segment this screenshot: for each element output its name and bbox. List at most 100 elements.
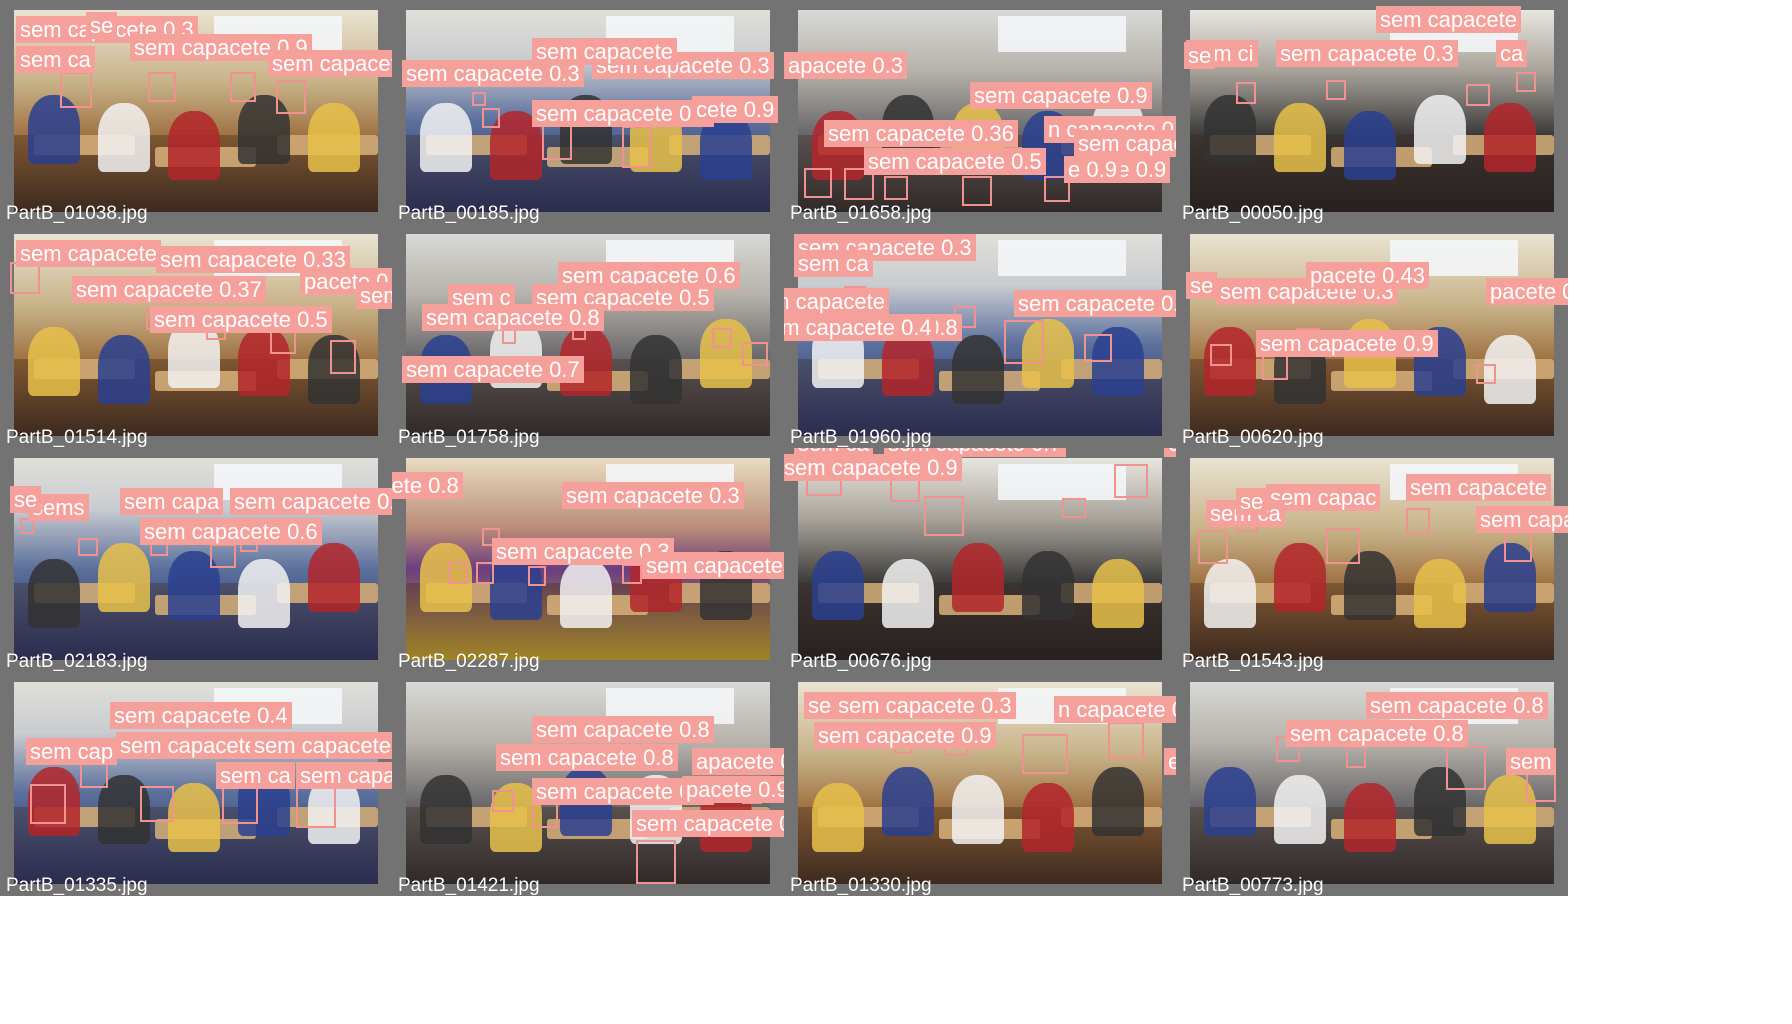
detection-label: sem capacete 0.8: [296, 762, 392, 789]
mosaic-tile: sem capacete 0.8sem capacete 0.8capacete…: [1176, 672, 1568, 896]
detection-label: sem capacete 0.4: [784, 314, 936, 341]
person: [1022, 550, 1074, 620]
detection-label: sem capacete 0.6: [140, 518, 322, 545]
window: [998, 16, 1126, 53]
person: [308, 102, 360, 172]
detection-box: [1326, 528, 1360, 564]
detection-box: [30, 784, 66, 824]
detection-box: [1108, 722, 1144, 758]
window: [998, 240, 1126, 277]
detection-label: sem capa: [120, 488, 224, 515]
detection-label: sem ca: [794, 250, 873, 277]
detection-label: sem: [1506, 748, 1556, 775]
detection-label: sem capacete 0.9: [1256, 330, 1438, 357]
mosaic-tile: sem capacete sem capacete 0.33 sem capacet…: [0, 224, 392, 448]
detection-box: [1406, 508, 1430, 534]
person: [1274, 542, 1326, 612]
detection-label: sem capacete: [784, 288, 889, 315]
image-filename: PartB_00773.jpg: [1182, 875, 1324, 896]
detection-label: sem capacete 0.8: [642, 552, 784, 579]
detection-box: [330, 340, 356, 374]
detection-label: sem ca: [216, 762, 295, 789]
detection-box: [222, 784, 258, 824]
detection-box: [636, 840, 676, 884]
detection-box: [448, 562, 468, 584]
detection-box: [1326, 80, 1346, 100]
detection-box: [742, 342, 768, 366]
detection-label: se: [10, 486, 42, 513]
mosaic-tile: pacete 0.8 sem capacete 0.3 sem capacete 0…: [392, 448, 784, 672]
person: [1274, 102, 1326, 172]
image-filename: PartB_01658.jpg: [790, 203, 932, 224]
detection-box: [1062, 498, 1086, 518]
person: [1344, 782, 1396, 852]
person: [168, 782, 220, 852]
detection-label: sem capacete 0.8: [532, 716, 714, 743]
detection-label: sem capacete 0.7: [1014, 290, 1176, 317]
detection-label: sem c: [448, 284, 515, 311]
detection-box: [962, 176, 992, 206]
person: [812, 550, 864, 620]
detection-label: sem capacete 0.9: [970, 82, 1152, 109]
detection-label: pacete 0.43: [1306, 262, 1429, 289]
detection-label: sem capacete 0.4: [110, 702, 292, 729]
person: [238, 558, 290, 628]
detection-box: [542, 124, 572, 160]
detection-label: sem capacete: [532, 38, 677, 65]
detection-box: [1084, 334, 1112, 362]
detection-label: sem capacete 0.7: [1074, 130, 1176, 157]
person: [308, 542, 360, 612]
detection-box: [492, 790, 514, 812]
person: [1204, 94, 1256, 164]
detection-box: [924, 496, 964, 536]
mosaic-tile: apacete 0.3 sem capacete 0.9 sem capacete …: [784, 0, 1176, 224]
detection-box: [1114, 464, 1148, 498]
classroom-photo: [798, 458, 1162, 660]
person: [1204, 766, 1256, 836]
person: [1274, 774, 1326, 844]
person: [28, 326, 80, 396]
detection-box: [476, 562, 494, 584]
detection-label: sem capacete: [116, 732, 261, 759]
person: [1204, 558, 1256, 628]
detection-box: [1466, 84, 1490, 106]
detection-box: [1004, 320, 1044, 364]
image-filename: PartB_01543.jpg: [1182, 651, 1324, 672]
detection-label: e 0.8: [1164, 748, 1176, 775]
mosaic-tile: sem capacete 0.3 sem capacete 0.3 sem capa…: [392, 0, 784, 224]
detection-box: [804, 168, 832, 198]
detection-label: sem capacete 0.7: [402, 356, 584, 383]
mosaic-tile: sem capacete 0.5 sem capa sems se sem capace…: [0, 448, 392, 672]
person: [1092, 558, 1144, 628]
detection-label: sem capacete 0.8: [496, 744, 678, 771]
image-filename: PartB_01514.jpg: [6, 427, 148, 448]
detection-label: ca: [1496, 40, 1528, 67]
detection-box: [1516, 72, 1536, 92]
detection-label: se: [86, 12, 118, 39]
image-filename: PartB_01330.jpg: [790, 875, 932, 896]
detection-box: [1476, 364, 1496, 384]
person: [1414, 558, 1466, 628]
image-filename: PartB_02183.jpg: [6, 651, 148, 672]
detection-label: sem capacete 0.3: [562, 482, 744, 509]
person: [560, 558, 612, 628]
detection-label: apacete 0.3: [784, 52, 907, 79]
detection-box: [140, 786, 174, 822]
person: [168, 110, 220, 180]
detection-mosaic: sem capacete 0.3sem capacete 0.9sem capa…: [0, 0, 1792, 1024]
image-filename: PartB_01758.jpg: [398, 427, 540, 448]
detection-label: sem capacete 0.8: [1286, 720, 1468, 747]
person: [1344, 110, 1396, 180]
detection-label: sem cap: [356, 282, 392, 309]
detection-label: sem capacete 0.5: [864, 148, 1046, 175]
detection-label: cete 0.9: [692, 96, 779, 123]
detection-label: sem capacete 0.8: [1366, 692, 1548, 719]
detection-label: e 0.9: [1064, 156, 1121, 183]
person: [952, 542, 1004, 612]
mosaic-tile: sem capacete 0.7sem cae 0.8sem capacete …: [784, 448, 1176, 672]
detection-box: [276, 80, 306, 114]
mosaic-tile: sem capacetesem capacsem casesem capacet…: [1176, 448, 1568, 672]
detection-label: sem ca: [16, 46, 95, 73]
detection-label: pacete 0.8: [392, 472, 463, 499]
image-filename: PartB_01960.jpg: [790, 427, 932, 448]
